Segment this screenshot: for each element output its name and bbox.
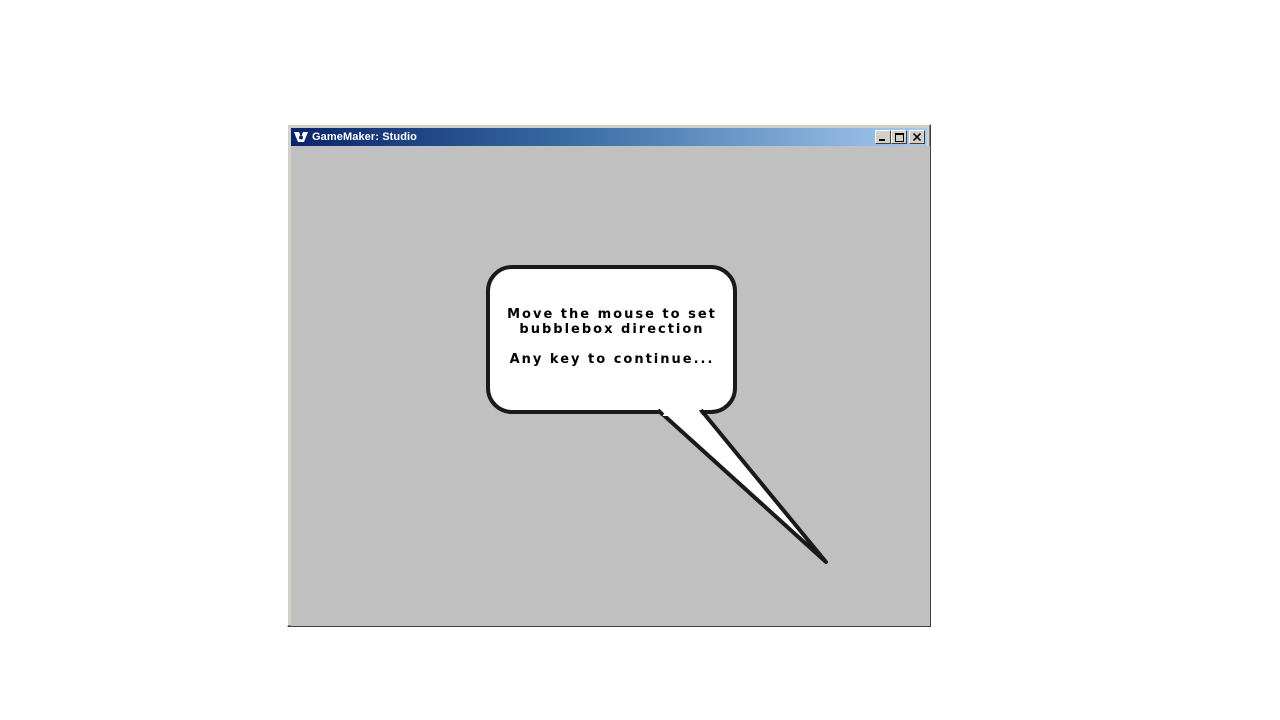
- title-bar[interactable]: GameMaker: Studio: [291, 128, 927, 146]
- game-canvas[interactable]: Move the mouse to set bubblebox directio…: [291, 146, 930, 626]
- game-window: GameMaker: Studio Move the mouse to set …: [287, 124, 931, 627]
- window-controls: [875, 130, 925, 144]
- bubble-text-line-1: Move the mouse to set: [507, 307, 717, 322]
- bubble-text-gap: [491, 337, 733, 352]
- speech-bubble: [486, 265, 828, 564]
- bubble-text-line-3: Any key to continue...: [509, 352, 715, 367]
- gamemaker-logo-icon[interactable]: [293, 130, 309, 144]
- bubble-message: Move the mouse to set bubblebox directio…: [491, 307, 733, 367]
- window-title: GameMaker: Studio: [312, 131, 418, 143]
- bubble-text-line-2: bubblebox direction: [519, 322, 705, 337]
- maximize-icon: [894, 132, 904, 142]
- speech-bubble-tail: [656, 408, 828, 564]
- minimize-icon: [879, 139, 885, 141]
- minimize-button[interactable]: [875, 130, 891, 144]
- close-button[interactable]: [909, 130, 925, 144]
- close-icon: [913, 133, 921, 141]
- maximize-button[interactable]: [891, 130, 907, 144]
